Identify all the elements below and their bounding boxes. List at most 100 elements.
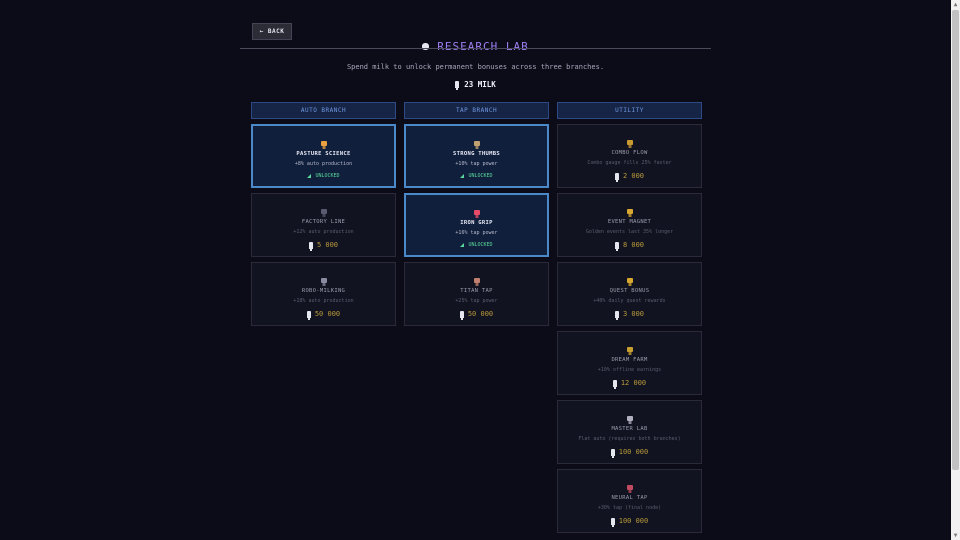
back-button[interactable]: ← BACK bbox=[252, 23, 292, 40]
flask-icon bbox=[625, 410, 635, 424]
card-cost: 8 000 bbox=[558, 241, 701, 251]
card-description: +10% offline earnings bbox=[597, 367, 662, 373]
star-icon bbox=[625, 272, 635, 286]
research-card-factory-line[interactable]: FACTORY LINE +12% auto production 5 000 bbox=[251, 193, 396, 257]
card-description: +8% auto production bbox=[294, 161, 353, 167]
sparkle-icon bbox=[625, 203, 635, 217]
scrollbar-thumb[interactable] bbox=[952, 10, 959, 470]
column-header: TAP BRANCH bbox=[404, 102, 549, 119]
card-description: +16% tap power bbox=[455, 230, 498, 236]
cost-value: 8 000 bbox=[622, 241, 645, 249]
title-divider bbox=[240, 48, 711, 49]
cost-value: 50 000 bbox=[314, 310, 341, 318]
milk-bottle-icon bbox=[459, 310, 464, 320]
card-description: Flat auto (requires both branches) bbox=[578, 436, 681, 442]
grip-icon bbox=[472, 204, 482, 218]
milk-bottle-icon bbox=[614, 310, 619, 320]
research-card-strong-thumbs[interactable]: STRONG THUMBS +10% tap power UNLOCKED bbox=[404, 124, 549, 188]
card-description: +18% auto production bbox=[293, 298, 354, 304]
cost-value: 100 000 bbox=[618, 448, 649, 456]
card-name: STRONG THUMBS bbox=[453, 151, 500, 157]
card-cost: 2 000 bbox=[558, 172, 701, 182]
milk-bottle-icon bbox=[308, 241, 313, 251]
milk-bottle-icon bbox=[455, 81, 460, 90]
card-name: QUEST BONUS bbox=[609, 288, 650, 294]
card-name: PASTURE SCIENCE bbox=[296, 151, 351, 157]
research-card-titan-tap[interactable]: TITAN TAP +25% tap power 50 000 bbox=[404, 262, 549, 326]
card-description: +40% daily quest rewards bbox=[593, 298, 666, 304]
card-cost: 50 000 bbox=[252, 310, 395, 320]
card-cost: 5 000 bbox=[252, 241, 395, 251]
milk-amount: 23 MILK bbox=[464, 80, 496, 89]
card-description: Golden events last 35% longer bbox=[585, 229, 674, 235]
column-header: UTILITY bbox=[557, 102, 702, 119]
cost-value: 50 000 bbox=[467, 310, 494, 318]
cost-value: 100 000 bbox=[618, 517, 649, 525]
page-subtitle: Spend milk to unlock permanent bonuses a… bbox=[346, 63, 605, 71]
card-description: Combo gauge fills 25% faster bbox=[587, 160, 672, 166]
card-name: TITAN TAP bbox=[460, 288, 493, 294]
robot-icon bbox=[319, 272, 329, 286]
scrollbar[interactable]: ▲ ▼ bbox=[951, 0, 960, 540]
status-badge: UNLOCKED bbox=[406, 242, 547, 248]
research-card-event-magnet[interactable]: EVENT MAGNET Golden events last 35% longe… bbox=[557, 193, 702, 257]
check-triangle-icon bbox=[460, 174, 465, 178]
research-card-combo-flow[interactable]: COMBO FLOW Combo gauge fills 25% faster 2 … bbox=[557, 124, 702, 188]
cost-value: 2 000 bbox=[622, 172, 645, 180]
milk-bottle-icon bbox=[612, 379, 617, 389]
brain-icon bbox=[625, 479, 635, 493]
check-triangle-icon bbox=[307, 174, 312, 178]
status-badge: UNLOCKED bbox=[406, 173, 547, 179]
barn-icon bbox=[319, 135, 329, 149]
card-cost: 3 000 bbox=[558, 310, 701, 320]
research-card-dream-farm[interactable]: DREAM FARM +10% offline earnings 12 000 bbox=[557, 331, 702, 395]
card-cost: 100 000 bbox=[558, 448, 701, 458]
milk-bottle-icon bbox=[614, 241, 619, 251]
card-name: FACTORY LINE bbox=[301, 219, 346, 225]
milk-bottle-icon bbox=[306, 310, 311, 320]
card-name: EVENT MAGNET bbox=[607, 219, 652, 225]
milk-bottle-icon bbox=[610, 517, 615, 527]
research-card-quest-bonus[interactable]: QUEST BONUS +40% daily quest rewards 3 000 bbox=[557, 262, 702, 326]
card-name: ROBO-MILKING bbox=[301, 288, 346, 294]
card-cost: 100 000 bbox=[558, 517, 701, 527]
column-auto-branch: AUTO BRANCH PASTURE SCIENCE +8% auto produ… bbox=[251, 102, 396, 326]
column-utility: UTILITY COMBO FLOW Combo gauge fills 25% f… bbox=[557, 102, 702, 533]
status-badge: UNLOCKED bbox=[253, 173, 394, 179]
check-triangle-icon bbox=[460, 243, 465, 247]
card-name: COMBO FLOW bbox=[611, 150, 648, 156]
research-card-master-lab[interactable]: MASTER LAB Flat auto (requires both branc… bbox=[557, 400, 702, 464]
column-header: AUTO BRANCH bbox=[251, 102, 396, 119]
card-description: +25% tap power bbox=[455, 298, 498, 304]
milk-bottle-icon bbox=[610, 448, 615, 458]
research-card-iron-grip[interactable]: IRON GRIP +16% tap power UNLOCKED bbox=[404, 193, 549, 257]
factory-icon bbox=[319, 203, 329, 217]
card-description: +12% auto production bbox=[293, 229, 354, 235]
thumb-icon bbox=[472, 135, 482, 149]
titan-icon bbox=[472, 272, 482, 286]
card-description: +30% tap (final node) bbox=[597, 505, 662, 511]
scroll-down-arrow-icon[interactable]: ▼ bbox=[951, 531, 960, 540]
card-name: NEURAL TAP bbox=[611, 495, 648, 501]
status-text: UNLOCKED bbox=[315, 173, 340, 179]
card-name: MASTER LAB bbox=[611, 426, 648, 432]
status-text: UNLOCKED bbox=[468, 173, 493, 179]
research-card-robo-milking[interactable]: ROBO-MILKING +18% auto production 50 000 bbox=[251, 262, 396, 326]
card-description: +10% tap power bbox=[455, 161, 498, 167]
milk-bottle-icon bbox=[614, 172, 619, 182]
cost-value: 3 000 bbox=[622, 310, 645, 318]
card-cost: 12 000 bbox=[558, 379, 701, 389]
column-tap-branch: TAP BRANCH STRONG THUMBS +10% tap power UNL… bbox=[404, 102, 549, 326]
research-card-neural-tap[interactable]: NEURAL TAP +30% tap (final node) 100 000 bbox=[557, 469, 702, 533]
milk-balance: 23 MILK bbox=[240, 80, 711, 90]
trophy-icon bbox=[625, 341, 635, 355]
cost-value: 12 000 bbox=[620, 379, 647, 387]
card-name: IRON GRIP bbox=[460, 220, 493, 226]
card-name: DREAM FARM bbox=[611, 357, 648, 363]
scroll-up-arrow-icon[interactable]: ▲ bbox=[951, 0, 960, 9]
hammer-icon bbox=[625, 134, 635, 148]
status-text: UNLOCKED bbox=[468, 242, 493, 248]
card-cost: 50 000 bbox=[405, 310, 548, 320]
cost-value: 5 000 bbox=[316, 241, 339, 249]
research-card-pasture-science[interactable]: PASTURE SCIENCE +8% auto production UNLOCK… bbox=[251, 124, 396, 188]
